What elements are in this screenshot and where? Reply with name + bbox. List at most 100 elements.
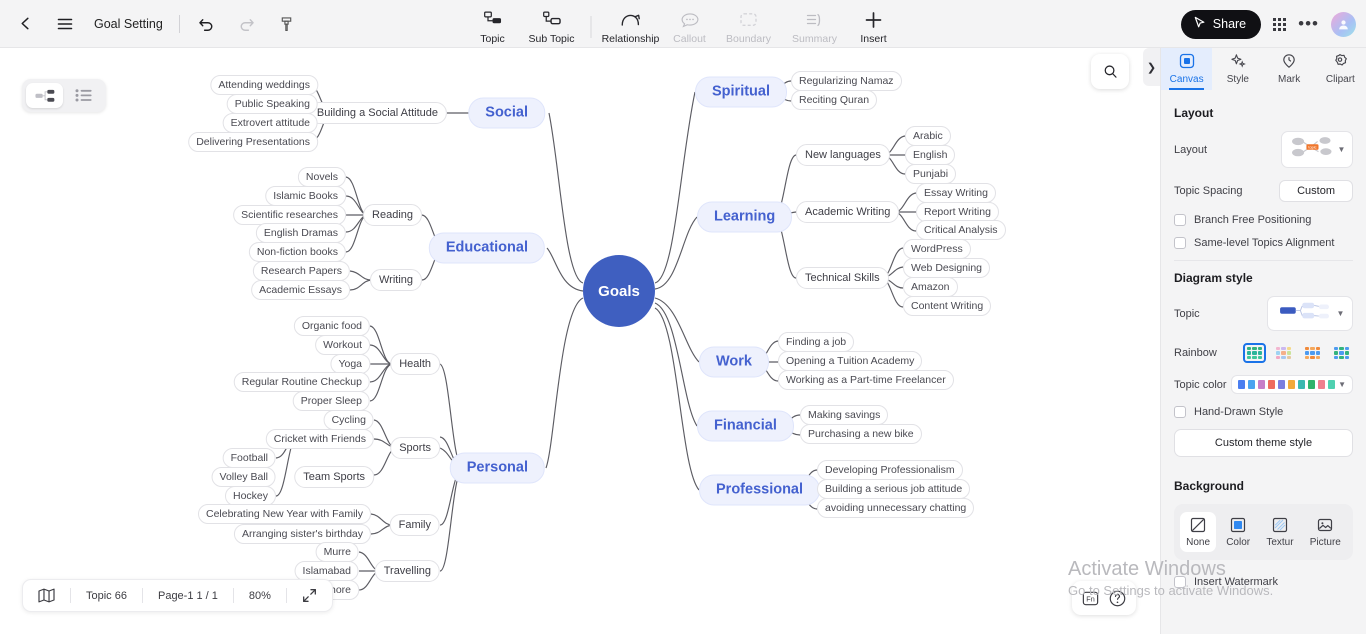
leaf-english[interactable]: English — [905, 145, 956, 165]
main-topic-personal[interactable]: Personal — [449, 452, 545, 484]
format-painter-icon[interactable] — [274, 11, 300, 37]
leaf-building-serious-job-attitude[interactable]: Building a serious job attitude — [817, 479, 971, 499]
sub-topic-travelling[interactable]: Travelling — [374, 560, 440, 582]
main-topic-educational[interactable]: Educational — [428, 232, 545, 264]
sub-topic-family[interactable]: Family — [389, 514, 440, 536]
leaf-academic-essays[interactable]: Academic Essays — [251, 280, 350, 300]
leaf-arabic[interactable]: Arabic — [905, 126, 951, 146]
leaf-hockey[interactable]: Hockey — [224, 486, 276, 506]
leaf-public-speaking[interactable]: Public Speaking — [226, 94, 318, 114]
leaf-research-papers[interactable]: Research Papers — [252, 261, 350, 281]
fn-shortcut-icon[interactable]: Fn — [1080, 588, 1101, 609]
sub-topic-writing[interactable]: Writing — [369, 269, 422, 291]
app-grid-icon[interactable] — [1273, 17, 1287, 31]
rainbow-swatch-1[interactable] — [1272, 343, 1295, 363]
more-options-icon[interactable]: ••• — [1298, 15, 1319, 32]
rainbow-swatch-0[interactable] — [1243, 343, 1266, 363]
tab-style[interactable]: Style — [1212, 48, 1263, 90]
leaf-proper-sleep[interactable]: Proper Sleep — [292, 391, 370, 411]
leaf-volley-ball[interactable]: Volley Ball — [211, 467, 276, 487]
topic-color-select[interactable]: ▼ — [1231, 375, 1353, 394]
hand-drawn-style-checkbox[interactable] — [1174, 406, 1186, 418]
same-level-alignment-row[interactable]: Same-level Topics Alignment — [1174, 237, 1353, 249]
hand-drawn-style-row[interactable]: Hand-Drawn Style — [1174, 406, 1353, 418]
branch-free-positioning-checkbox[interactable] — [1174, 214, 1186, 226]
leaf-avoiding-unnecessary-chatting[interactable]: avoiding unnecessary chatting — [817, 498, 975, 518]
page-indicator[interactable]: Page-1 1 / 1 — [143, 580, 233, 611]
leaf-finding-a-job[interactable]: Finding a job — [778, 332, 855, 352]
background-none-option[interactable]: None — [1180, 512, 1216, 552]
leaf-arranging-sisters-birthday[interactable]: Arranging sister's birthday — [233, 524, 371, 544]
sub-topic-technical-skills[interactable]: Technical Skills — [796, 267, 889, 289]
sub-topic-new-languages[interactable]: New languages — [796, 144, 890, 166]
background-color-option[interactable]: Color — [1220, 512, 1256, 552]
leaf-opening-a-tuition-academy[interactable]: Opening a Tuition Academy — [778, 351, 923, 371]
topic-style-select[interactable]: ▼ — [1267, 296, 1353, 331]
sub-topic-academic-writing[interactable]: Academic Writing — [796, 201, 900, 223]
tool-insert[interactable]: Insert — [848, 4, 900, 48]
main-topic-learning[interactable]: Learning — [697, 201, 793, 233]
leaf-yoga[interactable]: Yoga — [330, 354, 370, 374]
custom-theme-style-button[interactable]: Custom theme style — [1174, 429, 1353, 457]
same-level-alignment-checkbox[interactable] — [1174, 237, 1186, 249]
leaf-islamabad[interactable]: Islamabad — [294, 561, 359, 581]
leaf-cricket-with-friends[interactable]: Cricket with Friends — [265, 429, 374, 449]
leaf-wordpress[interactable]: WordPress — [903, 239, 971, 259]
leaf-reciting-quran[interactable]: Reciting Quran — [791, 90, 878, 110]
user-avatar-icon[interactable] — [1331, 11, 1356, 37]
tool-topic[interactable]: Topic — [467, 4, 519, 48]
leaf-islamic-books[interactable]: Islamic Books — [265, 186, 346, 206]
topic-count[interactable]: Topic 66 — [71, 580, 142, 611]
background-picture-option[interactable]: Picture — [1304, 512, 1347, 552]
branch-free-positioning-row[interactable]: Branch Free Positioning — [1174, 214, 1353, 226]
leaf-essay-writing[interactable]: Essay Writing — [916, 183, 996, 203]
zoom-level[interactable]: 80% — [234, 580, 286, 611]
leaf-attending-weddings[interactable]: Attending weddings — [210, 75, 318, 95]
leaf-purchasing-a-new-bike[interactable]: Purchasing a new bike — [800, 424, 922, 444]
fullscreen-button[interactable] — [287, 580, 332, 611]
tab-mark[interactable]: Mark — [1264, 48, 1315, 90]
mindmap-view-icon[interactable] — [26, 83, 63, 108]
leaf-murre[interactable]: Murre — [315, 542, 359, 562]
leaf-delivering-presentations[interactable]: Delivering Presentations — [188, 132, 318, 152]
sub-topic-reading[interactable]: Reading — [363, 204, 422, 226]
leaf-web-designing[interactable]: Web Designing — [903, 258, 991, 278]
leaf-part-time-freelancer[interactable]: Working as a Part-time Freelancer — [778, 370, 954, 390]
tool-relationship[interactable]: Relationship — [598, 4, 664, 48]
back-arrow-icon[interactable] — [12, 11, 38, 37]
insert-watermark-row[interactable]: Insert Watermark — [1174, 576, 1353, 588]
main-topic-spiritual[interactable]: Spiritual — [695, 76, 788, 108]
background-texture-option[interactable]: Textur — [1260, 512, 1299, 552]
insert-watermark-checkbox[interactable] — [1174, 576, 1186, 588]
leaf-amazon[interactable]: Amazon — [903, 277, 958, 297]
sub-topic-sports[interactable]: Sports — [390, 437, 440, 459]
leaf-content-writing[interactable]: Content Writing — [903, 296, 992, 316]
leaf-novels[interactable]: Novels — [297, 167, 346, 187]
tool-sub-topic[interactable]: Sub Topic — [519, 4, 585, 48]
topic-spacing-button[interactable]: Custom — [1279, 180, 1353, 202]
help-icon[interactable] — [1107, 588, 1128, 609]
leaf-workout[interactable]: Workout — [315, 335, 370, 355]
leaf-making-savings[interactable]: Making savings — [800, 405, 889, 425]
leaf-football[interactable]: Football — [222, 448, 276, 468]
leaf-punjabi[interactable]: Punjabi — [905, 164, 957, 184]
leaf-organic-food[interactable]: Organic food — [293, 316, 370, 336]
hamburger-menu-icon[interactable] — [52, 11, 78, 37]
document-title[interactable]: Goal Setting — [94, 17, 163, 31]
sub-topic-health[interactable]: Health — [390, 353, 440, 375]
main-topic-work[interactable]: Work — [699, 346, 769, 378]
rainbow-swatch-2[interactable] — [1301, 343, 1324, 363]
leaf-regularizing-namaz[interactable]: Regularizing Namaz — [791, 71, 902, 91]
leaf-celebrating-new-year[interactable]: Celebrating New Year with Family — [198, 504, 371, 524]
layout-select[interactable]: topic ▼ — [1281, 131, 1353, 168]
sub-topic-building-social-attitude[interactable]: Building a Social Attitude — [307, 102, 447, 124]
leaf-non-fiction-books[interactable]: Non-fiction books — [248, 242, 346, 262]
sub-topic-team-sports[interactable]: Team Sports — [294, 466, 374, 488]
leaf-critical-analysis[interactable]: Critical Analysis — [916, 220, 1006, 240]
search-button[interactable] — [1091, 54, 1129, 89]
leaf-scientific-researches[interactable]: Scientific researches — [233, 205, 346, 225]
share-button[interactable]: Share — [1180, 9, 1262, 39]
tab-clipart[interactable]: Clipart — [1315, 48, 1366, 90]
mindmap-canvas[interactable]: Goals Social Building a Social Attitude … — [0, 48, 1160, 634]
main-topic-social[interactable]: Social — [468, 97, 545, 129]
